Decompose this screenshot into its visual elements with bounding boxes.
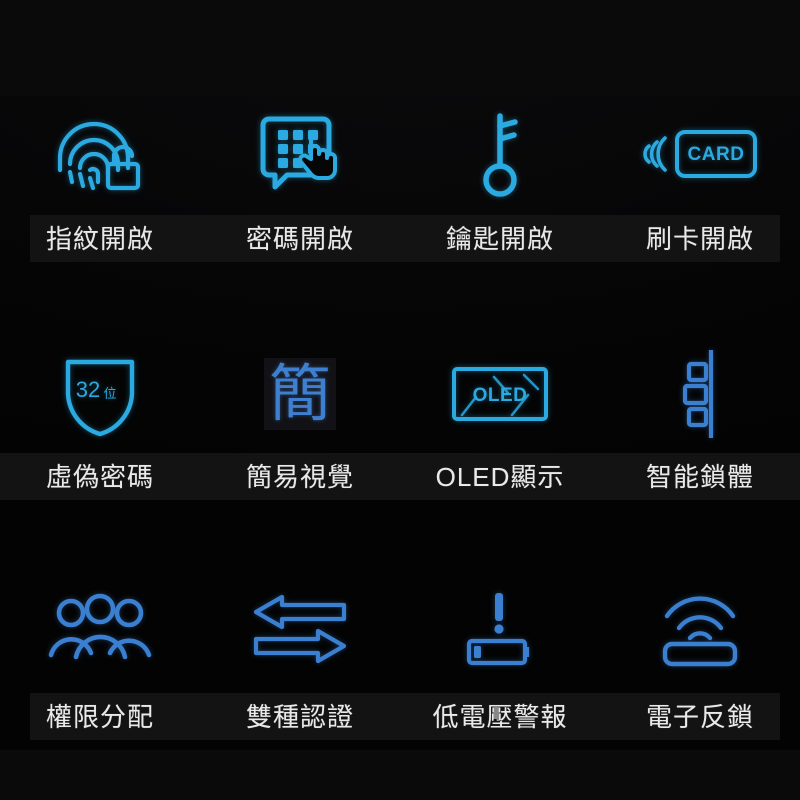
- label-cell: 簡易視覺: [200, 456, 400, 498]
- shield-number-text: 32: [76, 377, 100, 402]
- label-cell: OLED顯示: [400, 456, 600, 498]
- card-icon-text: CARD: [688, 144, 745, 165]
- wireless-deadbolt-icon: [662, 596, 738, 667]
- oled-screen-icon: OLED: [452, 367, 548, 421]
- two-way-arrows-icon: [253, 594, 347, 664]
- users-group-icon: [48, 593, 152, 660]
- bottom-letterbox: [0, 750, 800, 800]
- fingerprint-unlock-icon-wrap: [0, 100, 200, 208]
- feature-row-1: CARD 指紋開啟 密碼開啟 鑰匙開啟 刷卡開啟: [0, 100, 800, 270]
- feature-label-oled: OLED顯示: [435, 462, 565, 492]
- rfid-card-icon-wrap: CARD: [600, 100, 800, 208]
- feature-row-2-labels: 虛偽密碼 簡易視覺 OLED顯示 智能鎖體: [0, 456, 800, 498]
- feature-label-passcode: 密碼開啟: [245, 224, 354, 254]
- mortise-lock-body-icon: [682, 350, 714, 438]
- keypad-touch-icon-wrap: [200, 100, 400, 208]
- oled-screen-icon-wrap: OLED: [400, 340, 600, 448]
- feature-grid-image: CARD 指紋開啟 密碼開啟 鑰匙開啟 刷卡開啟 32 位 簡 OLED 虛偽密…: [0, 0, 800, 800]
- mortise-lock-body-icon-wrap: [600, 340, 800, 448]
- shield-32bit-icon: 32 位: [65, 359, 135, 437]
- label-cell: 虛偽密碼: [0, 456, 200, 498]
- feature-label-dual-auth: 雙種認證: [245, 702, 354, 732]
- low-battery-alert-icon-wrap: [400, 575, 600, 683]
- users-group-icon-wrap: [0, 575, 200, 683]
- label-cell: 指紋開啟: [0, 218, 200, 260]
- feature-label-card: 刷卡開啟: [645, 224, 754, 254]
- oled-icon-text: OLED: [473, 385, 528, 406]
- label-cell: 智能鎖體: [600, 456, 800, 498]
- label-cell: 密碼開啟: [200, 218, 400, 260]
- label-cell: 鑰匙開啟: [400, 218, 600, 260]
- two-way-arrows-icon-wrap: [200, 575, 400, 683]
- feature-row-2: 32 位 簡 OLED 虛偽密碼 簡易視覺 OLED顯示 智能鎖體: [0, 340, 800, 510]
- fingerprint-unlock-icon: [57, 121, 141, 191]
- label-cell: 低電壓警報: [400, 696, 600, 738]
- feature-label-key: 鑰匙開啟: [445, 224, 554, 254]
- rfid-card-icon: CARD: [643, 130, 757, 178]
- shield-suffix-text: 位: [103, 387, 116, 402]
- kanji-simple-icon: 簡: [264, 358, 336, 430]
- key-icon: [483, 113, 518, 197]
- feature-label-fake-password: 虛偽密碼: [45, 462, 154, 492]
- wireless-deadbolt-icon-wrap: [600, 575, 800, 683]
- label-cell: 權限分配: [0, 696, 200, 738]
- feature-label-simple-visual: 簡易視覺: [245, 462, 354, 492]
- feature-label-e-deadbolt: 電子反鎖: [645, 702, 754, 732]
- feature-row-1-labels: 指紋開啟 密碼開啟 鑰匙開啟 刷卡開啟: [0, 218, 800, 260]
- label-cell: 刷卡開啟: [600, 218, 800, 260]
- feature-label-lock-body: 智能鎖體: [645, 462, 754, 492]
- keypad-touch-icon: [260, 116, 337, 190]
- feature-label-low-battery: 低電壓警報: [432, 702, 568, 732]
- feature-label-permissions: 權限分配: [45, 702, 154, 732]
- key-icon-wrap: [400, 100, 600, 208]
- label-cell: 電子反鎖: [600, 696, 800, 738]
- feature-label-fingerprint: 指紋開啟: [45, 224, 154, 254]
- feature-row-3-labels: 權限分配 雙種認證 低電壓警報 電子反鎖: [0, 696, 800, 738]
- kanji-simple-icon-wrap: 簡: [200, 340, 400, 448]
- label-cell: 雙種認證: [200, 696, 400, 738]
- kanji-simple-glyph: 簡: [268, 357, 331, 430]
- top-letterbox: [0, 0, 800, 96]
- shield-32bit-icon-wrap: 32 位: [0, 340, 200, 448]
- feature-row-3: 權限分配 雙種認證 低電壓警報 電子反鎖: [0, 575, 800, 745]
- low-battery-alert-icon: [466, 593, 530, 666]
